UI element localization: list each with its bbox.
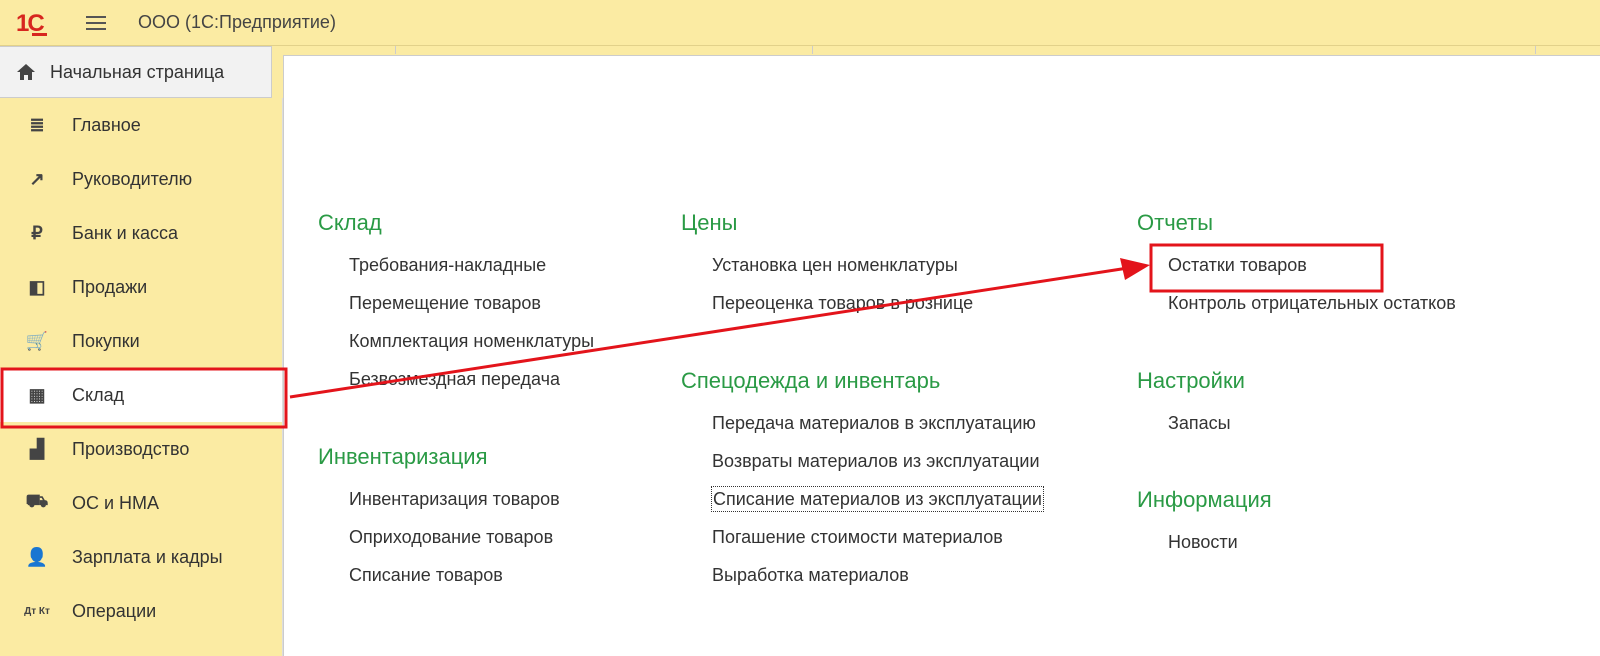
link-label: Списание товаров [349, 565, 503, 585]
sidebar: ≣ Главное ↗ Руководителю ₽ Банк и касса ◧ Прода… [0, 98, 283, 656]
section-link[interactable]: Списание товаров [349, 556, 560, 594]
link-label: Установка цен номенклатуры [712, 255, 958, 275]
section-link[interactable]: Установка цен номенклатуры [712, 246, 973, 284]
sidebar-item-label: ОС и НМА [72, 492, 160, 513]
section-reports: Отчеты Остатки товаров Контроль отрицатель… [1137, 208, 1456, 322]
link-label: Новости [1168, 532, 1238, 552]
section-link[interactable]: Новости [1168, 523, 1272, 561]
sidebar-item-label: Руководителю [72, 168, 193, 189]
truck-icon: ⛟ [25, 491, 49, 511]
sidebar-item-6[interactable]: ▟ Производство [0, 422, 282, 476]
section-link[interactable]: Передача материалов в эксплуатацию [712, 404, 1043, 442]
section-link[interactable]: Списание материалов из эксплуатации [711, 480, 1044, 518]
section-title: Цены [681, 210, 738, 235]
person-icon: 👤 [25, 546, 49, 567]
section-link[interactable]: Оприходование товаров [349, 518, 560, 556]
link-label: Безвозмездная передача [349, 369, 561, 389]
debit-credit-icon: Дт Кт [24, 605, 50, 617]
sidebar-item-label: Зарплата и кадры [72, 546, 223, 567]
link-label: Контроль отрицательных остатков [1168, 293, 1456, 313]
section-sklad: Склад Требования-накладные Перемещение тов… [318, 208, 594, 398]
ruble-icon: ₽ [31, 222, 43, 243]
home-icon [17, 64, 35, 80]
link-label: Остатки товаров [1168, 255, 1307, 275]
app-title: ООО (1С:Предприятие) [138, 12, 336, 32]
section-link[interactable]: Инвентаризация товаров [349, 480, 560, 518]
sidebar-item-9[interactable]: Дт Кт Операции [0, 584, 282, 638]
cart-icon: 🛒 [25, 330, 49, 351]
section-link[interactable]: Запасы [1168, 404, 1245, 442]
section-title: Инвентаризация [318, 444, 488, 469]
section-settings: Настройки Запасы [1137, 366, 1245, 442]
sidebar-item-label: Склад [72, 384, 125, 405]
sidebar-item-0[interactable]: ≣ Главное [0, 98, 282, 152]
section-prices: Цены Установка цен номенклатуры Переоценка… [681, 208, 973, 322]
link-label: Списание материалов из эксплуатации [711, 486, 1044, 512]
sidebar-item-label: Операции [72, 600, 157, 621]
link-label: Инвентаризация товаров [349, 489, 560, 509]
section-link[interactable]: Возвраты материалов из эксплуатации [712, 442, 1043, 480]
section-workwear: Спецодежда и инвентарь Передача материало… [681, 366, 1044, 594]
link-label: Переоценка товаров в рознице [712, 293, 974, 313]
section-link[interactable]: Остатки товаров [1168, 246, 1456, 284]
title-bar: 1С ООО (1С:Предприятие) [0, 0, 1600, 46]
sidebar-item-2[interactable]: ₽ Банк и касса [0, 206, 282, 260]
factory-icon: ▟ [30, 438, 44, 459]
section-link[interactable]: Контроль отрицательных остатков [1168, 284, 1456, 322]
link-label: Возвраты материалов из эксплуатации [712, 451, 1040, 471]
1c-logo: 1С [16, 10, 47, 37]
link-label: Запасы [1168, 413, 1231, 433]
link-label: Оприходование товаров [349, 527, 554, 547]
section-link[interactable]: Выработка материалов [712, 556, 1043, 594]
sidebar-item-label: Главное [72, 114, 141, 135]
link-label: Передача материалов в эксплуатацию [712, 413, 1036, 433]
link-label: Комплектация номенклатуры [349, 331, 595, 351]
section-link[interactable]: Комплектация номенклатуры [349, 322, 594, 360]
sidebar-item-7[interactable]: ⛟ ОС и НМА [0, 476, 282, 530]
sidebar-item-8[interactable]: 👤 Зарплата и кадры [0, 530, 282, 584]
link-label: Перемещение товаров [349, 293, 541, 313]
link-label: Выработка материалов [712, 565, 909, 585]
sidebar-item-label: Банк и касса [72, 222, 178, 243]
section-title: Информация [1137, 487, 1272, 512]
sidebar-item-label: Производство [72, 438, 190, 459]
section-link[interactable]: Перемещение товаров [349, 284, 594, 322]
list-icon: ≣ [29, 114, 45, 135]
link-label: Погашение стоимости материалов [712, 527, 1003, 547]
sidebar-item-1[interactable]: ↗ Руководителю [0, 152, 282, 206]
section-info: Информация Новости [1137, 485, 1272, 561]
section-link[interactable]: Погашение стоимости материалов [712, 518, 1043, 556]
warehouse-icon: ▦ [28, 384, 46, 405]
section-title: Склад [318, 210, 382, 235]
section-link[interactable]: Безвозмездная передача [349, 360, 594, 398]
section-title: Отчеты [1137, 210, 1214, 235]
link-label: Требования-накладные [349, 255, 547, 275]
shopping-bag-icon: ◧ [28, 276, 46, 297]
sidebar-item-4[interactable]: 🛒 Покупки [0, 314, 282, 368]
sidebar-item-label: Покупки [72, 330, 140, 351]
sidebar-item-3[interactable]: ◧ Продажи [0, 260, 282, 314]
section-inv: Инвентаризация Инвентаризация товаров Опри… [318, 442, 560, 594]
sidebar-item-label: Продажи [72, 276, 148, 297]
tab-home-label: Начальная страница [50, 61, 225, 82]
section-title: Настройки [1137, 368, 1245, 393]
tab-home[interactable]: Начальная страница [0, 46, 272, 98]
trend-icon: ↗ [29, 168, 45, 189]
sidebar-item-5[interactable]: ▦ Склад [0, 368, 282, 422]
section-title: Спецодежда и инвентарь [681, 368, 941, 393]
menu-icon[interactable] [86, 12, 106, 32]
section-link[interactable]: Переоценка товаров в рознице [712, 284, 973, 322]
section-link[interactable]: Требования-накладные [349, 246, 594, 284]
